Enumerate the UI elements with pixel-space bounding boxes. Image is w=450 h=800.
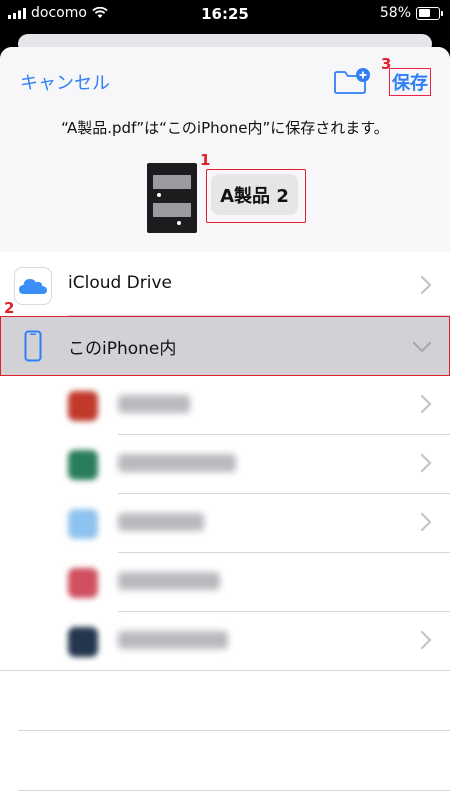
location-row-icloud[interactable]: iCloud Drive (0, 257, 450, 315)
subfolder-row[interactable] (0, 376, 450, 434)
file-thumbnail (147, 163, 197, 233)
folder-icon (68, 627, 98, 657)
thumbnail-mark (177, 221, 181, 225)
subfolder-row[interactable] (0, 435, 450, 493)
chevron-right-icon (420, 275, 432, 295)
save-button[interactable]: 保存 (389, 68, 431, 96)
subfolder-row[interactable] (0, 494, 450, 552)
subfolder-label (118, 395, 190, 413)
annotation-1: 1 (200, 151, 211, 169)
folder-icon (68, 450, 98, 480)
chevron-right-icon (420, 394, 432, 414)
location-label: iCloud Drive (68, 273, 173, 293)
folder-icon (68, 391, 98, 421)
subfolder-label (118, 513, 204, 531)
iphone-icon (24, 330, 42, 362)
chevron-right-icon (420, 630, 432, 650)
status-right: 58% (379, 5, 443, 21)
chevron-down-icon (412, 341, 432, 353)
thumbnail-mark (157, 193, 161, 197)
status-bar: docomo 16:25 58% (0, 0, 450, 30)
location-row-on-my-iphone[interactable]: このiPhone内 (0, 316, 450, 376)
chevron-right-icon (420, 512, 432, 532)
chevron-right-icon (420, 453, 432, 473)
battery-icon (416, 6, 443, 20)
filename-field[interactable]: A製品 2 (211, 174, 298, 215)
annotation-2: 2 (4, 299, 15, 317)
folder-icon (68, 509, 98, 539)
thumbnail-photo-top (153, 175, 191, 189)
divider (0, 670, 450, 671)
divider (18, 730, 450, 731)
new-folder-icon[interactable] (333, 67, 371, 97)
subfolder-label (118, 454, 236, 472)
subfolder-label (118, 631, 228, 649)
filename-highlight: A製品 2 (206, 169, 306, 223)
thumbnail-photo-bottom (153, 203, 191, 217)
folder-icon (68, 568, 98, 598)
icloud-icon (14, 267, 52, 305)
divider (18, 790, 450, 791)
subfolder-label (118, 572, 220, 590)
cancel-button[interactable]: キャンセル (20, 69, 110, 95)
battery-percent: 58% (379, 5, 411, 21)
sheet-header: キャンセル 3 保存 “A製品.pdf”は“このiPhone内”に保存されます。… (0, 47, 450, 252)
subfolder-row[interactable] (0, 553, 450, 611)
save-location-message: “A製品.pdf”は“このiPhone内”に保存されます。 (61, 119, 389, 137)
location-label: このiPhone内 (68, 339, 177, 359)
subfolder-row[interactable] (0, 612, 450, 670)
save-sheet: キャンセル 3 保存 “A製品.pdf”は“このiPhone内”に保存されます。… (0, 47, 450, 800)
